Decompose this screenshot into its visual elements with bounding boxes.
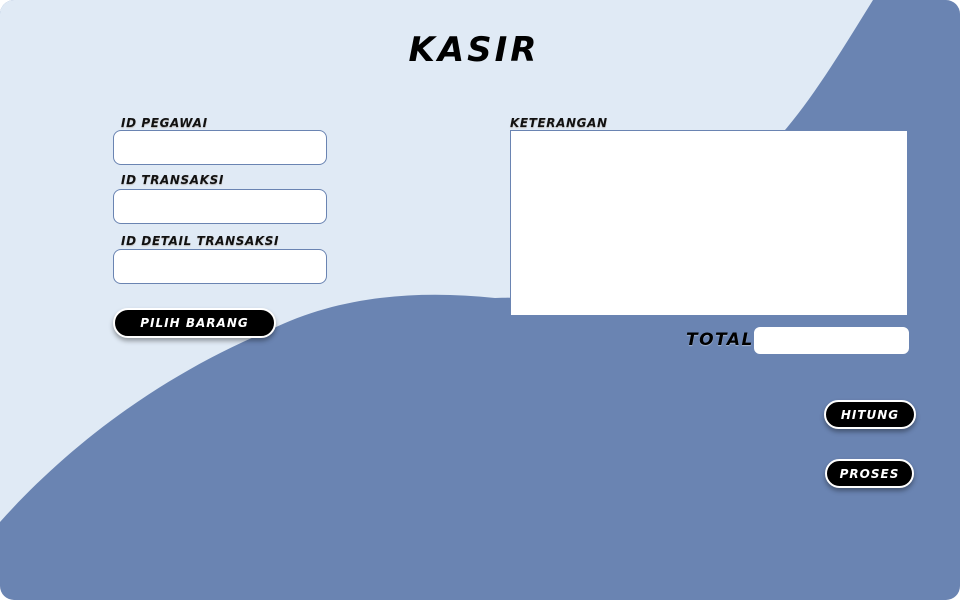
id-pegawai-label: ID PEGAWAI xyxy=(121,116,208,130)
id-pegawai-input[interactable] xyxy=(113,130,327,165)
page-title: KASIR xyxy=(408,30,540,70)
proses-button[interactable]: PROSES xyxy=(825,459,914,488)
id-detail-transaksi-label: ID DETAIL TRANSAKSI xyxy=(121,234,280,248)
pilih-barang-button[interactable]: PILIH BARANG xyxy=(113,308,276,338)
id-transaksi-input[interactable] xyxy=(113,189,327,224)
hitung-button[interactable]: HITUNG xyxy=(824,400,916,429)
id-transaksi-label: ID TRANSAKSI xyxy=(121,173,224,187)
kasir-window: KASIR ID PEGAWAI ID TRANSAKSI ID DETAIL … xyxy=(0,0,960,600)
total-label: TOTAL xyxy=(686,330,754,350)
keterangan-label: KETERANGAN xyxy=(510,116,608,130)
keterangan-textarea[interactable] xyxy=(510,130,908,316)
id-detail-transaksi-input[interactable] xyxy=(113,249,327,284)
total-input[interactable] xyxy=(754,327,909,354)
